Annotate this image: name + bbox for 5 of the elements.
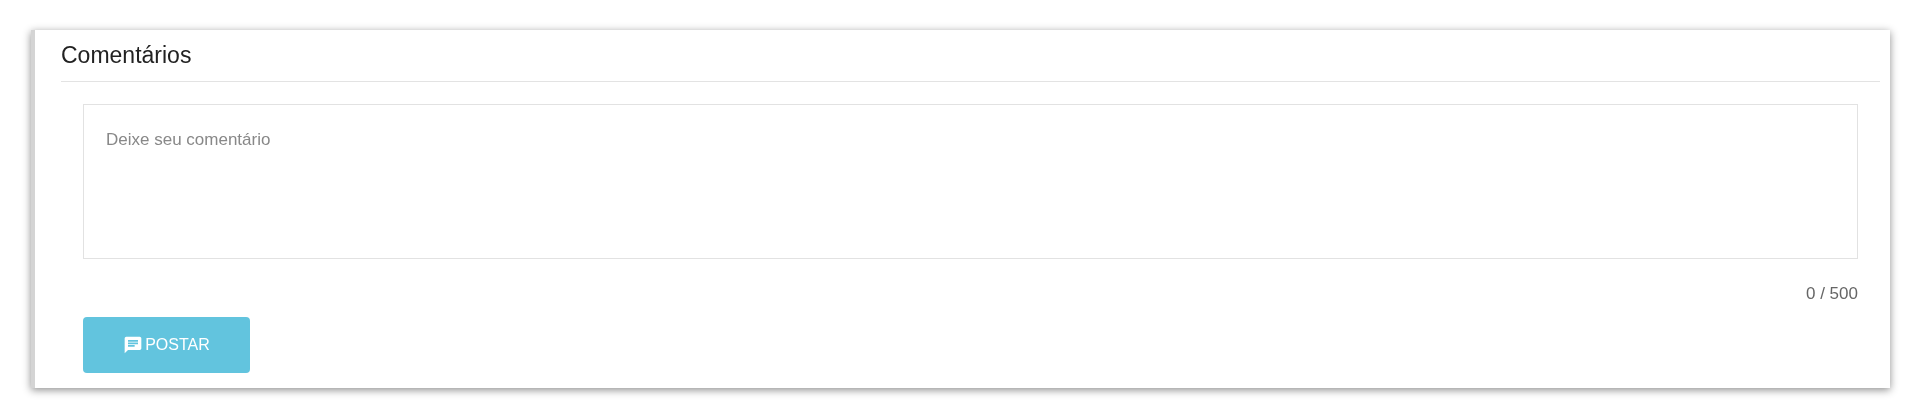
character-counter: 0 / 500	[1806, 283, 1858, 305]
comment-icon	[123, 334, 144, 355]
post-button[interactable]: POSTAR	[83, 316, 250, 373]
comment-field[interactable]: Deixe seu comentário	[83, 104, 1858, 259]
section-title: Comentários	[61, 41, 192, 71]
